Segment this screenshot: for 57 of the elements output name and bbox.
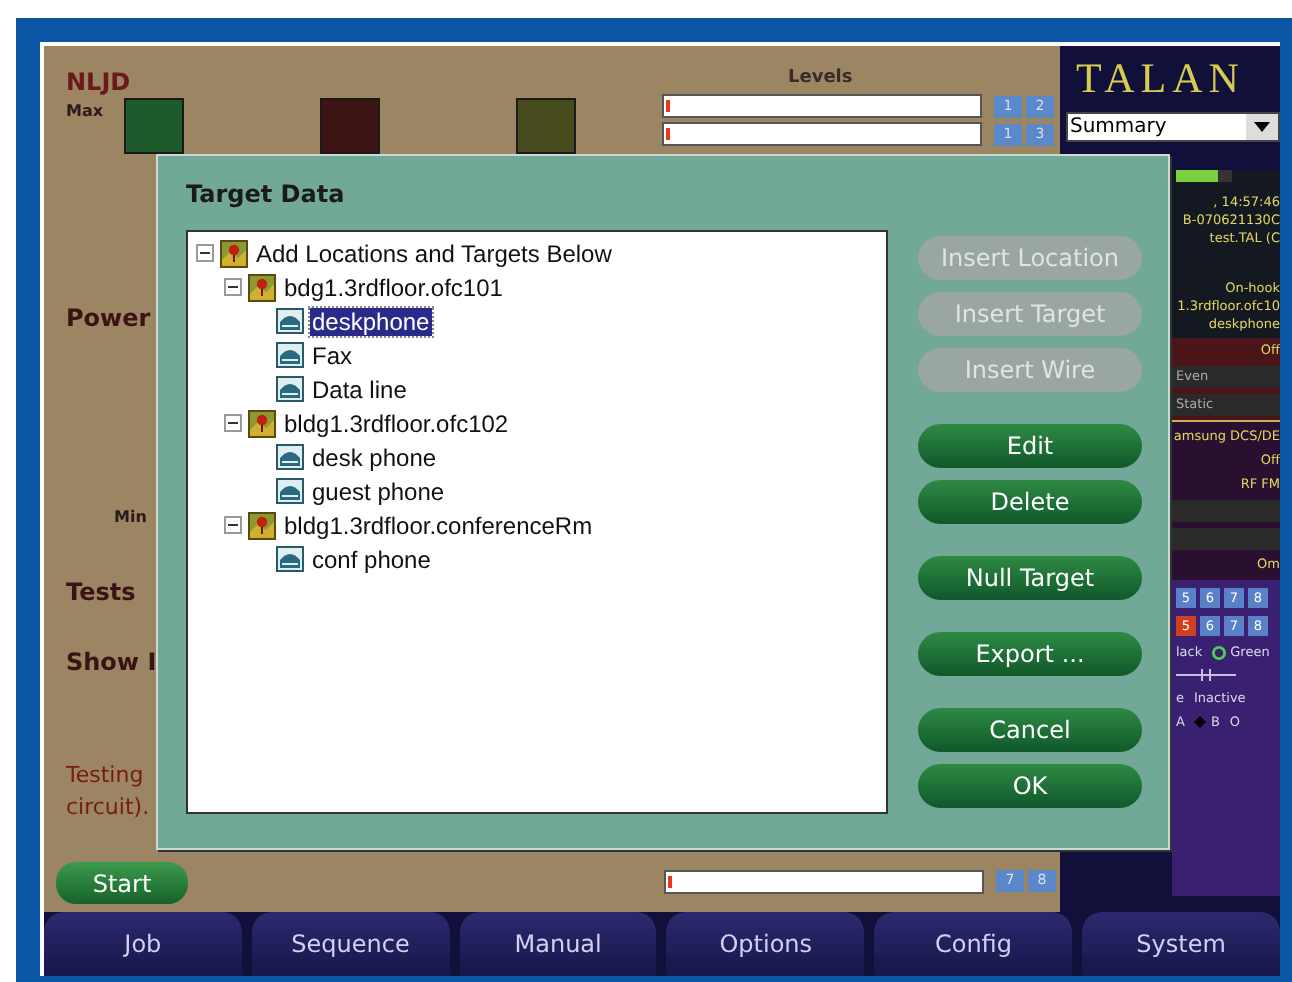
tree-item[interactable]: guest phone bbox=[310, 477, 447, 505]
phone-icon bbox=[276, 443, 304, 471]
tree-item[interactable]: Add Locations and Targets Below bbox=[254, 239, 614, 267]
phone-icon bbox=[276, 545, 304, 573]
show-label: Show I bbox=[66, 648, 157, 676]
caret-icon bbox=[1254, 122, 1270, 132]
status-text: circuit). bbox=[66, 792, 150, 824]
view-dropdown[interactable]: Summary bbox=[1066, 112, 1280, 142]
tree-item[interactable]: bdg1.3rdfloor.ofc101 bbox=[282, 273, 505, 301]
tree-item[interactable]: conf phone bbox=[310, 545, 433, 573]
dropdown-button[interactable] bbox=[1246, 114, 1278, 140]
min-label: Min bbox=[114, 508, 147, 526]
max-label: Max bbox=[66, 102, 104, 120]
readout-field bbox=[1172, 528, 1280, 550]
start-button[interactable]: Start bbox=[56, 862, 188, 904]
tree-item[interactable]: desk phone bbox=[310, 443, 439, 471]
nav-tab[interactable]: Job bbox=[44, 912, 242, 976]
collapse-icon[interactable] bbox=[224, 414, 242, 432]
slider-icon bbox=[1176, 668, 1236, 682]
tests-label: Tests bbox=[66, 578, 136, 606]
dialog-button[interactable]: OK bbox=[918, 764, 1142, 808]
phone-icon bbox=[276, 307, 304, 335]
tree-item[interactable]: bldg1.3rdfloor.ofc102 bbox=[282, 409, 511, 437]
tree-item[interactable]: bldg1.3rdfloor.conferenceRm bbox=[282, 511, 595, 539]
levels-heading: Levels bbox=[788, 68, 855, 88]
map-pin-icon bbox=[248, 409, 276, 437]
phone-icon bbox=[276, 477, 304, 505]
dialog-title: Target Data bbox=[186, 180, 347, 212]
dialog-button[interactable]: Null Target bbox=[918, 556, 1142, 600]
map-pin-icon bbox=[248, 273, 276, 301]
dialog-button[interactable]: Delete bbox=[918, 480, 1142, 524]
dialog-button[interactable]: Edit bbox=[918, 424, 1142, 468]
level-marker bbox=[668, 875, 672, 887]
logo: TALAN bbox=[1076, 54, 1245, 104]
level-marker bbox=[666, 128, 670, 140]
dialog-button[interactable]: Cancel bbox=[918, 708, 1142, 752]
phone-icon bbox=[276, 375, 304, 403]
dialog-button[interactable]: Export ... bbox=[918, 632, 1142, 676]
nav-tab[interactable]: Options bbox=[666, 912, 865, 976]
tree-item[interactable]: Fax bbox=[310, 341, 355, 369]
map-pin-icon bbox=[220, 239, 248, 267]
power-label: Power bbox=[66, 304, 151, 332]
status-text: Testing bbox=[66, 760, 144, 792]
readout-field bbox=[1172, 500, 1280, 522]
nav-tab[interactable]: Sequence bbox=[251, 912, 450, 976]
collapse-icon[interactable] bbox=[224, 278, 242, 296]
tree-item[interactable]: deskphone bbox=[310, 307, 432, 335]
level-marker bbox=[666, 100, 670, 112]
nav-tab[interactable]: Config bbox=[874, 912, 1073, 976]
nav-tab[interactable]: System bbox=[1082, 912, 1280, 976]
section-heading: NLJD bbox=[66, 68, 131, 96]
collapse-icon[interactable] bbox=[196, 244, 214, 262]
nav-tab[interactable]: Manual bbox=[459, 912, 657, 976]
tree-item[interactable]: Data line bbox=[310, 375, 409, 403]
map-pin-icon bbox=[248, 511, 276, 539]
phone-icon bbox=[276, 341, 304, 369]
collapse-icon[interactable] bbox=[224, 516, 242, 534]
